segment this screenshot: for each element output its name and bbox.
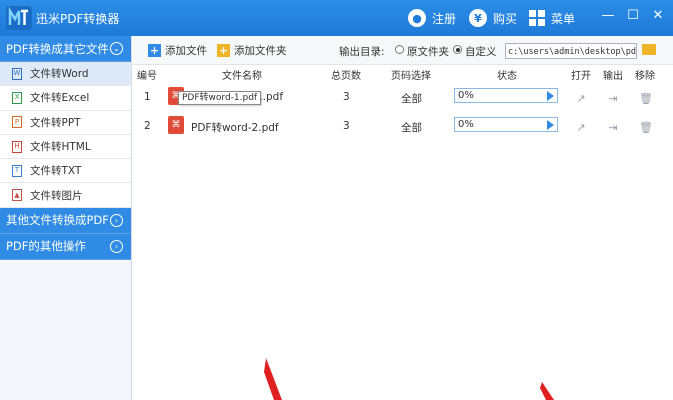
sidebar-item-html[interactable]: H 文件转HTML bbox=[0, 134, 131, 160]
radio-original-folder[interactable] bbox=[395, 45, 404, 54]
folder-plus-icon: + bbox=[217, 44, 230, 57]
chevron-right-icon: › bbox=[110, 239, 123, 253]
app-logo-icon bbox=[6, 6, 32, 30]
header-status: 状态 bbox=[497, 71, 517, 82]
sidebar-item-word[interactable]: W 文件转Word bbox=[0, 62, 131, 87]
status-progress[interactable]: 0% bbox=[454, 88, 558, 103]
sidebar-item-ppt[interactable]: P 文件转PPT bbox=[0, 110, 131, 135]
radio-original-label: 原文件夹 bbox=[407, 46, 449, 58]
app-title: 迅米PDF转换器 bbox=[36, 12, 120, 26]
sidebar: PDF转换成其它文件 ⌄ W 文件转Word X 文件转Excel P 文件转P… bbox=[0, 36, 132, 400]
yen-icon: ¥ bbox=[469, 9, 487, 27]
sidebar-item-label: 文件转HTML bbox=[30, 141, 91, 154]
open-file-icon[interactable]: ↗ bbox=[574, 120, 588, 134]
folder-icon[interactable] bbox=[642, 44, 656, 55]
header-pages: 总页数 bbox=[331, 71, 361, 82]
sidebar-group-other-to-pdf[interactable]: 其他文件转换成PDF › bbox=[0, 207, 131, 234]
chevron-right-icon: › bbox=[110, 213, 123, 227]
sidebar-group-label: PDF转换成其它文件 bbox=[6, 41, 109, 56]
add-file-button[interactable]: + 添加文件 bbox=[148, 43, 207, 58]
row-pages: 3 bbox=[343, 91, 350, 103]
user-icon: ● bbox=[408, 9, 426, 27]
output-folder-icon[interactable]: ⇥ bbox=[606, 120, 620, 134]
sidebar-item-label: 文件转TXT bbox=[30, 165, 82, 178]
trash-icon[interactable]: 🗑 bbox=[639, 91, 653, 105]
row-page-range[interactable]: 全部 bbox=[401, 91, 422, 106]
word-icon: W bbox=[12, 67, 22, 80]
table-row[interactable]: 2 ⌘ PDF转word-2.pdf 3 全部 0% ↗ ⇥ 🗑 bbox=[133, 111, 673, 141]
sidebar-item-label: 文件转PPT bbox=[30, 116, 81, 129]
row-pages: 3 bbox=[343, 120, 350, 132]
status-progress[interactable]: 0% bbox=[454, 117, 558, 132]
sidebar-group-label: PDF的其他操作 bbox=[6, 239, 86, 254]
sidebar-item-excel[interactable]: X 文件转Excel bbox=[0, 86, 131, 111]
html-icon: H bbox=[12, 140, 22, 153]
add-folder-button[interactable]: + 添加文件夹 bbox=[217, 43, 287, 58]
txt-icon: T bbox=[12, 164, 22, 177]
status-percent: 0% bbox=[458, 119, 474, 130]
red-annotation-arrow-right bbox=[540, 382, 554, 400]
add-folder-label: 添加文件夹 bbox=[234, 45, 287, 57]
header-output: 输出 bbox=[603, 71, 623, 82]
table-header: 编号 文件名称 总页数 页码选择 状态 打开 输出 移除 bbox=[133, 65, 673, 82]
sidebar-group-label: 其他文件转换成PDF bbox=[6, 213, 109, 228]
close-icon[interactable]: ✕ bbox=[650, 8, 666, 23]
menu-button[interactable]: 菜单 bbox=[529, 9, 575, 27]
header-filename: 文件名称 bbox=[222, 71, 262, 82]
buy-button[interactable]: ¥ 购买 bbox=[469, 9, 517, 27]
toolbar: + 添加文件 + 添加文件夹 输出目录: 原文件夹 自定义 c:\users\a… bbox=[133, 36, 673, 65]
menu-label: 菜单 bbox=[551, 11, 576, 26]
buy-label: 购买 bbox=[493, 11, 518, 26]
red-annotation-arrow-left bbox=[264, 358, 282, 400]
output-path-input[interactable]: c:\users\admin\desktop\pdf合并 bbox=[505, 43, 637, 59]
row-num: 2 bbox=[144, 120, 151, 132]
radio-custom-label: 自定义 bbox=[465, 46, 497, 58]
title-bar: 迅米PDF转换器 ● 注册 ¥ 购买 菜单 — ☐ ✕ bbox=[0, 0, 673, 36]
output-folder-icon[interactable]: ⇥ bbox=[606, 91, 620, 105]
trash-icon[interactable]: 🗑 bbox=[639, 120, 653, 134]
radio-custom-folder[interactable] bbox=[453, 45, 462, 54]
play-icon[interactable] bbox=[547, 120, 554, 130]
pdf-file-icon: ⌘ bbox=[168, 116, 184, 134]
row-page-range[interactable]: 全部 bbox=[401, 120, 422, 135]
header-num: 编号 bbox=[137, 71, 157, 82]
header-open: 打开 bbox=[571, 71, 591, 82]
grid-menu-icon bbox=[529, 10, 545, 26]
output-dir-label: 输出目录: bbox=[339, 46, 385, 58]
ppt-icon: P bbox=[12, 116, 22, 129]
register-button[interactable]: ● 注册 bbox=[408, 9, 456, 27]
open-file-icon[interactable]: ↗ bbox=[574, 91, 588, 105]
sidebar-item-label: 文件转Word bbox=[30, 68, 89, 81]
plus-icon: + bbox=[148, 44, 161, 57]
register-label: 注册 bbox=[432, 11, 457, 26]
sidebar-group-pdf-other-ops[interactable]: PDF的其他操作 › bbox=[0, 233, 131, 260]
sidebar-item-txt[interactable]: T 文件转TXT bbox=[0, 159, 131, 184]
header-remove: 移除 bbox=[635, 71, 655, 82]
filename-tooltip: PDF转word-1.pdf bbox=[178, 91, 262, 105]
minimize-icon[interactable]: — bbox=[600, 8, 616, 23]
row-num: 1 bbox=[144, 91, 151, 103]
sidebar-item-label: 文件转Excel bbox=[30, 92, 90, 105]
row-filename: PDF转word-2.pdf bbox=[191, 122, 279, 134]
sidebar-group-pdf-to-other[interactable]: PDF转换成其它文件 ⌄ bbox=[0, 36, 131, 62]
add-file-label: 添加文件 bbox=[165, 45, 207, 57]
chevron-down-icon: ⌄ bbox=[110, 42, 123, 55]
maximize-icon[interactable]: ☐ bbox=[625, 8, 641, 23]
sidebar-item-image[interactable]: ▲ 文件转图片 bbox=[0, 183, 131, 208]
play-icon[interactable] bbox=[547, 91, 554, 101]
header-page-select: 页码选择 bbox=[391, 71, 431, 82]
image-icon: ▲ bbox=[12, 189, 22, 202]
excel-icon: X bbox=[12, 91, 22, 104]
sidebar-item-label: 文件转图片 bbox=[30, 189, 83, 202]
status-percent: 0% bbox=[458, 90, 474, 101]
